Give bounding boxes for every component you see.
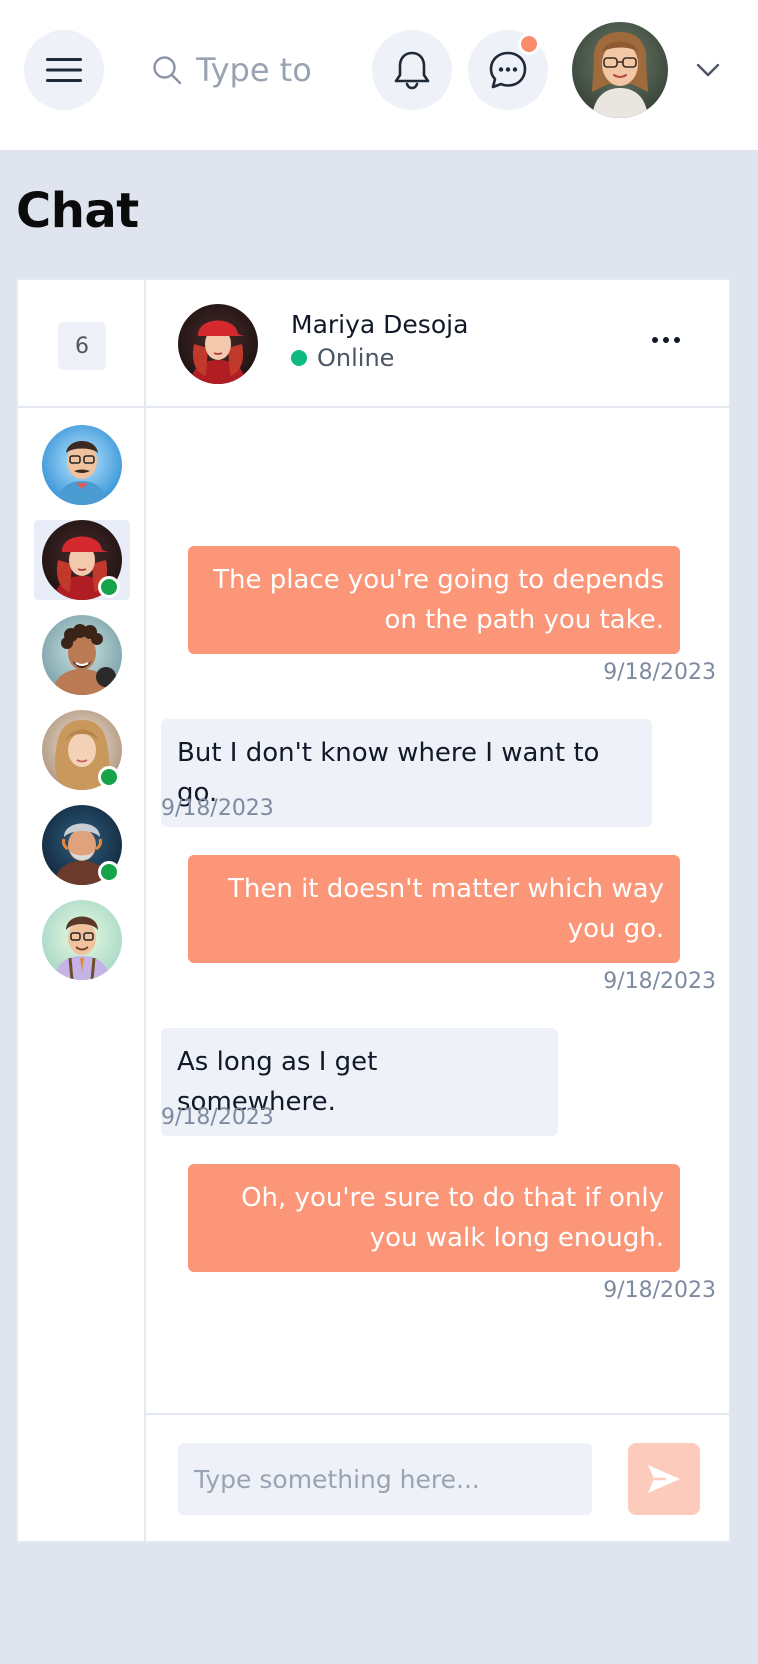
- chat-card: 6 Mariya Desoja Online The place you're …: [16, 278, 731, 1543]
- avatar: [42, 425, 122, 505]
- contact-avatar-1[interactable]: [42, 425, 122, 505]
- online-status-dot: [291, 350, 307, 366]
- conversation-name: Mariya Desoja: [291, 310, 469, 339]
- send-button[interactable]: [628, 1443, 700, 1515]
- contacts-count-badge: 6: [58, 322, 106, 370]
- top-bar: [0, 0, 758, 150]
- chat-header: Mariya Desoja Online: [146, 280, 731, 408]
- search-input[interactable]: [196, 51, 396, 89]
- more-dots-icon: [674, 337, 680, 343]
- message-timestamp: 9/18/2023: [161, 1105, 274, 1130]
- contact-avatar-4[interactable]: [42, 710, 122, 790]
- message-outgoing: Then it doesn't matter which way you go.: [188, 855, 680, 963]
- message-input[interactable]: [178, 1443, 592, 1515]
- message-timestamp: 9/18/2023: [603, 660, 716, 685]
- notifications-button[interactable]: [372, 30, 452, 110]
- message-list: The place you're going to depends on the…: [146, 408, 731, 1413]
- more-dots-icon: [652, 337, 658, 343]
- message-timestamp: 9/18/2023: [161, 796, 274, 821]
- contact-avatar-2[interactable]: [42, 520, 122, 600]
- online-indicator: [98, 766, 120, 788]
- more-options-button[interactable]: [646, 320, 686, 360]
- contact-avatar-5[interactable]: [42, 805, 122, 885]
- messages-badge: [518, 33, 540, 55]
- search-bar: [152, 44, 396, 96]
- message-outgoing: Oh, you're sure to do that if only you w…: [188, 1164, 680, 1272]
- menu-button[interactable]: [24, 30, 104, 110]
- contact-avatar-3[interactable]: [42, 615, 122, 695]
- contact-avatar-6[interactable]: [42, 900, 122, 980]
- search-icon: [153, 56, 182, 85]
- contacts-column: 6: [18, 280, 146, 1541]
- online-indicator: [98, 576, 120, 598]
- bell-icon: [394, 51, 430, 90]
- avatar: [42, 615, 122, 695]
- avatar: [42, 900, 122, 980]
- page-title: Chat: [16, 183, 139, 239]
- user-avatar[interactable]: [572, 22, 668, 118]
- more-dots-icon: [663, 337, 669, 343]
- message-outgoing: The place you're going to depends on the…: [188, 546, 680, 654]
- contacts-count-area: 6: [18, 280, 144, 408]
- avatar: [178, 304, 258, 384]
- conversation-avatar: [178, 304, 258, 384]
- message-composer: [146, 1413, 731, 1543]
- message-timestamp: 9/18/2023: [603, 1278, 716, 1303]
- user-avatar-image: [572, 22, 668, 118]
- hamburger-icon: [46, 58, 82, 82]
- conversation-status-label: Online: [317, 344, 395, 372]
- online-indicator: [98, 861, 120, 883]
- chat-bubble-icon: [489, 51, 527, 89]
- send-icon: [648, 1465, 680, 1493]
- message-timestamp: 9/18/2023: [603, 969, 716, 994]
- conversation-status: Online: [291, 344, 394, 372]
- chevron-down-icon[interactable]: [694, 56, 722, 84]
